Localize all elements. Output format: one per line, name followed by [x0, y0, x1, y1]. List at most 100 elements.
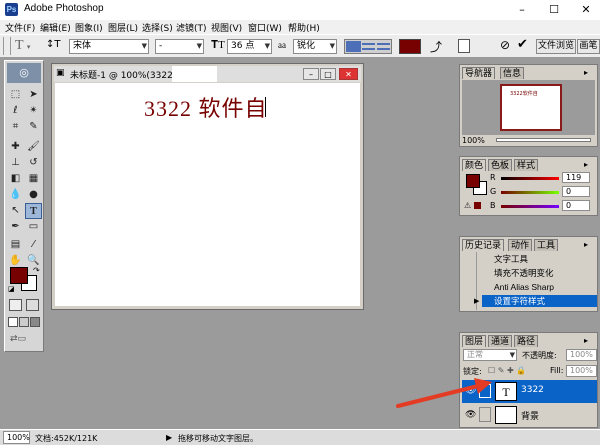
navigator-thumbnail[interactable]: 3322软件自	[500, 84, 562, 131]
menu-filter[interactable]: 滤镜(T)	[176, 21, 207, 34]
file-browser-tab[interactable]: 文件浏览	[536, 39, 576, 54]
status-zoom[interactable]: 100%	[3, 431, 30, 444]
align-left-icon[interactable]	[346, 41, 361, 52]
blend-mode-select[interactable]: 正常 ▼	[463, 349, 517, 361]
document-titlebar[interactable]: ▣ 未标题-1 @ 100%(3322 – □ ✕	[54, 66, 361, 82]
g-value-input[interactable]: 0	[562, 186, 590, 197]
color-fg-swatch[interactable]	[466, 174, 480, 188]
document-canvas[interactable]: 3322 软件自	[55, 83, 360, 306]
anti-alias-select[interactable]: 锐化 ▼	[293, 39, 337, 54]
eyedropper-icon[interactable]: ⁄	[25, 237, 42, 253]
path-selection-icon[interactable]: ↖	[7, 203, 24, 219]
navigator-zoom-slider[interactable]	[496, 138, 591, 142]
tab-swatches[interactable]: 色板	[488, 159, 513, 171]
align-right-icon[interactable]	[377, 43, 390, 50]
tab-navigator[interactable]: 导航器	[462, 67, 496, 79]
b-value-input[interactable]: 0	[562, 200, 590, 211]
quickmask-mode-icon[interactable]	[26, 299, 39, 311]
font-size-select[interactable]: 36 点 ▼	[227, 39, 272, 54]
palettes-icon[interactable]	[458, 39, 470, 53]
menu-view[interactable]: 视图(V)	[211, 21, 242, 34]
tab-channels[interactable]: 通道	[488, 335, 513, 347]
history-item-type-tool[interactable]: 文字工具	[482, 253, 597, 265]
eraser-icon[interactable]: ◧	[7, 171, 24, 187]
maximize-icon[interactable]: ☐	[545, 2, 563, 17]
panel-menu-icon[interactable]: ▸	[584, 240, 588, 249]
history-item-char-style[interactable]: 设置字符样式	[482, 295, 597, 307]
panel-menu-icon[interactable]: ▸	[584, 160, 588, 169]
layer-name-text[interactable]: 3322	[521, 385, 544, 395]
crop-icon[interactable]: ⌗	[7, 119, 24, 135]
marquee-icon[interactable]: ⬚	[7, 87, 24, 103]
menu-image[interactable]: 图象(I)	[75, 21, 103, 34]
default-colors-icon[interactable]: ◪	[8, 285, 15, 293]
screen-mode-full-menu-icon[interactable]	[19, 317, 29, 327]
menu-edit[interactable]: 编辑(E)	[40, 21, 71, 34]
doc-minimize-icon[interactable]: –	[303, 68, 319, 80]
magic-wand-icon[interactable]: ✴	[25, 103, 42, 119]
align-center-icon[interactable]	[362, 43, 375, 50]
type-tool-preset-icon[interactable]: T ▾	[15, 37, 41, 55]
panel-menu-icon[interactable]: ▸	[584, 336, 588, 345]
navigator-zoom[interactable]: 100%	[462, 136, 485, 145]
history-item-anti-alias[interactable]: Anti Alias Sharp	[482, 281, 597, 293]
menu-help[interactable]: 帮助(H)	[288, 21, 320, 34]
tab-paths[interactable]: 路径	[514, 335, 539, 347]
lock-icons[interactable]: ☐ ✎ ✚ 🔒	[488, 366, 526, 375]
tab-styles[interactable]: 样式	[514, 159, 539, 171]
shape-icon[interactable]: ▭	[25, 219, 42, 235]
move-icon[interactable]: ➤	[25, 87, 42, 103]
tab-info[interactable]: 信息	[500, 67, 525, 79]
b-slider[interactable]	[501, 205, 559, 208]
dodge-icon[interactable]: ●	[25, 187, 42, 203]
tab-layers[interactable]: 图层	[462, 335, 487, 347]
font-family-select[interactable]: 宋体 ▼	[69, 39, 149, 54]
menu-layer[interactable]: 图层(L)	[108, 21, 138, 34]
jump-to-imageready-icon[interactable]: ⇄▭	[10, 334, 38, 346]
slice-icon[interactable]: ✎	[25, 119, 42, 135]
status-arrow-icon[interactable]: ▶	[166, 433, 172, 442]
notes-icon[interactable]: ▤	[7, 237, 24, 253]
text-color-swatch[interactable]	[399, 39, 421, 54]
minimize-icon[interactable]: –	[513, 2, 531, 17]
tab-color[interactable]: 颜色	[462, 159, 487, 171]
screen-mode-standard-icon[interactable]	[8, 317, 18, 327]
g-slider[interactable]	[501, 191, 559, 194]
history-brush-icon[interactable]: ↺	[25, 155, 42, 171]
canvas-text[interactable]: 3322 软件自	[144, 91, 268, 123]
history-item-fill-opacity[interactable]: 填充不透明变化	[482, 267, 597, 279]
r-slider[interactable]	[501, 177, 559, 180]
r-value-input[interactable]: 119	[562, 172, 590, 183]
cancel-icon[interactable]: ⊘	[500, 38, 510, 52]
swap-colors-icon[interactable]: ↷	[33, 266, 40, 275]
screen-mode-full-icon[interactable]	[30, 317, 40, 327]
gamut-swatch[interactable]	[474, 202, 481, 209]
close-icon[interactable]: ✕	[577, 2, 595, 17]
pen-icon[interactable]: ✒	[7, 219, 24, 235]
warp-text-icon[interactable]: ⤴	[430, 38, 442, 55]
menu-select[interactable]: 选择(S)	[142, 21, 173, 34]
menu-window[interactable]: 窗口(W)	[248, 21, 282, 34]
adobe-online-icon[interactable]: ◎	[7, 63, 41, 83]
clone-stamp-icon[interactable]: ⊥	[7, 155, 24, 171]
fill-input[interactable]: 100%	[566, 365, 597, 377]
tab-history[interactable]: 历史记录	[462, 239, 505, 251]
commit-check-icon[interactable]: ✔	[517, 37, 528, 52]
doc-maximize-icon[interactable]: □	[320, 68, 336, 80]
foreground-color-swatch[interactable]	[10, 267, 28, 284]
opacity-input[interactable]: 100%	[566, 349, 597, 361]
tab-actions[interactable]: 动作	[508, 239, 533, 251]
healing-brush-icon[interactable]: ✚	[7, 139, 24, 155]
brush-icon[interactable]: 🖌	[25, 139, 42, 155]
panel-menu-icon[interactable]: ▸	[584, 68, 588, 77]
blur-icon[interactable]: 💧	[7, 187, 24, 203]
menu-file[interactable]: 文件(F)	[5, 21, 35, 34]
standard-mode-icon[interactable]	[9, 299, 22, 311]
lasso-icon[interactable]: ℓ	[7, 103, 24, 119]
brushes-tab[interactable]: 画笔	[577, 39, 600, 54]
orientation-icon[interactable]: ↕T	[46, 39, 61, 50]
font-style-select[interactable]: - ▼	[155, 39, 204, 54]
tab-tools[interactable]: 工具	[534, 239, 559, 251]
doc-close-icon[interactable]: ✕	[339, 68, 358, 80]
type-tool-icon[interactable]: T	[25, 203, 42, 219]
